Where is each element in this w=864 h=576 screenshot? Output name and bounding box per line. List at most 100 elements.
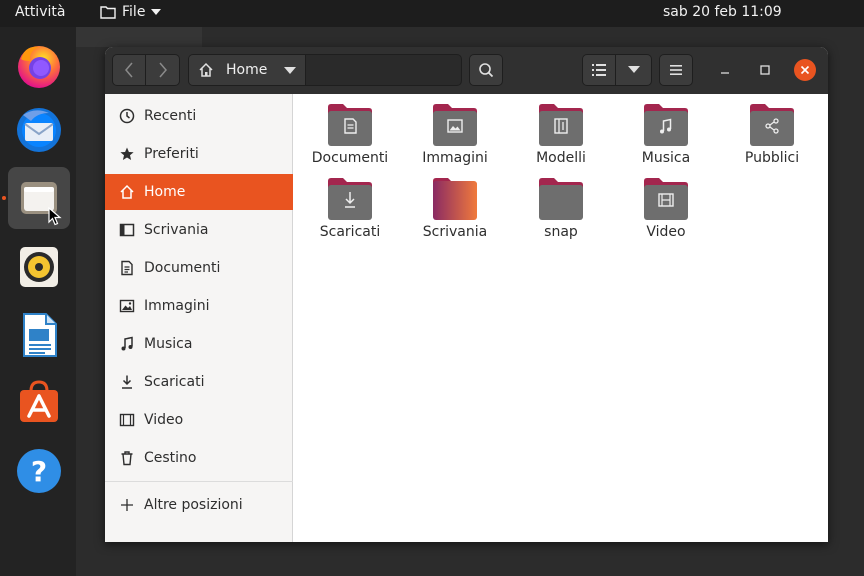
help-icon: ? xyxy=(17,449,61,493)
hamburger-menu-icon xyxy=(670,65,682,75)
minimize-button[interactable] xyxy=(714,59,736,81)
sidebar-item-videos[interactable]: Video xyxy=(105,402,293,438)
dock-item-rhythmbox[interactable] xyxy=(8,236,70,298)
folder-video[interactable]: Video xyxy=(616,177,716,240)
image-icon xyxy=(119,298,135,314)
path-home-label: Home xyxy=(226,62,268,78)
file-name: Immagini xyxy=(422,150,488,166)
file-name: Musica xyxy=(641,150,691,166)
file-name: snap xyxy=(544,224,578,240)
file-name: Scaricati xyxy=(319,224,381,240)
folder-downloads-icon xyxy=(328,178,372,220)
minimize-icon xyxy=(721,72,729,74)
folder-scaricati[interactable]: Scaricati xyxy=(300,177,400,240)
maximize-icon xyxy=(760,65,770,75)
sidebar-item-label: Home xyxy=(144,184,186,200)
chevron-left-icon xyxy=(125,62,133,78)
dock-item-writer[interactable] xyxy=(8,304,70,366)
home-icon xyxy=(119,184,135,200)
file-name: Pubblici xyxy=(744,150,800,166)
sidebar-item-label: Immagini xyxy=(144,298,210,314)
folder-pubblici[interactable]: Pubblici xyxy=(722,103,822,166)
folder-desktop-icon xyxy=(433,178,477,220)
sidebar-separator xyxy=(105,481,293,482)
dock-item-software[interactable] xyxy=(8,371,70,433)
sidebar-item-label: Recenti xyxy=(144,108,197,124)
sidebar-item-starred[interactable]: Preferiti xyxy=(105,136,293,172)
document-icon xyxy=(119,260,135,276)
download-icon xyxy=(119,374,135,390)
folder-immagini[interactable]: Immagini xyxy=(405,103,505,166)
app-menu-label: File xyxy=(122,4,146,20)
files-window: Home Recenti Preferiti Home Scrivania Do… xyxy=(105,47,828,542)
main-menu-button[interactable] xyxy=(659,54,693,86)
folder-documents-icon xyxy=(328,104,372,146)
sidebar-item-label: Musica xyxy=(144,336,193,352)
sidebar-item-music[interactable]: Musica xyxy=(105,326,293,362)
sidebar-item-pictures[interactable]: Immagini xyxy=(105,288,293,324)
path-bar: Home xyxy=(188,54,462,86)
sidebar-item-label: Scrivania xyxy=(144,222,209,238)
back-button[interactable] xyxy=(112,54,146,86)
sidebar-item-trash[interactable]: Cestino xyxy=(105,440,293,476)
list-view-button[interactable] xyxy=(582,54,616,86)
star-icon xyxy=(119,146,135,162)
sidebar: Recenti Preferiti Home Scrivania Documen… xyxy=(105,94,293,542)
dock-item-help[interactable]: ? xyxy=(8,440,70,502)
sidebar-item-label: Scaricati xyxy=(144,374,205,390)
chevron-down-icon xyxy=(151,9,162,15)
folder-templates-icon xyxy=(539,104,583,146)
firefox-icon xyxy=(18,46,60,88)
sidebar-item-downloads[interactable]: Scaricati xyxy=(105,364,293,400)
path-home-button[interactable]: Home xyxy=(189,55,306,85)
folder-scrivania[interactable]: Scrivania xyxy=(405,177,505,240)
folder-icon xyxy=(100,6,116,19)
header-bar: Home xyxy=(105,47,828,94)
close-button[interactable] xyxy=(794,59,816,81)
sidebar-item-label: Documenti xyxy=(144,260,221,276)
folder-musica[interactable]: Musica xyxy=(616,103,716,166)
dock-item-thunderbird[interactable] xyxy=(8,98,70,160)
view-options-button[interactable] xyxy=(616,54,652,86)
ubuntu-software-icon xyxy=(20,380,58,422)
sidebar-item-label: Cestino xyxy=(144,450,197,466)
folder-pictures-icon xyxy=(433,104,477,146)
folder-icon xyxy=(539,178,583,220)
file-grid: Documenti Immagini Modelli Musica Pubbli… xyxy=(294,94,828,542)
close-icon xyxy=(800,65,810,75)
sidebar-item-desktop[interactable]: Scrivania xyxy=(105,212,293,248)
trash-icon xyxy=(119,450,135,466)
desktop-icon xyxy=(119,222,135,238)
dock-item-firefox[interactable] xyxy=(8,34,70,96)
folder-modelli[interactable]: Modelli xyxy=(511,103,611,166)
sidebar-item-other-locations[interactable]: Altre posizioni xyxy=(105,487,293,523)
folder-snap[interactable]: snap xyxy=(511,177,611,240)
file-name: Documenti xyxy=(311,150,389,166)
running-indicator xyxy=(2,196,6,200)
activities-button[interactable]: Attività xyxy=(15,4,65,20)
rhythmbox-icon xyxy=(20,247,58,287)
clock[interactable]: sab 20 feb 11:09 xyxy=(663,4,782,20)
search-button[interactable] xyxy=(469,54,503,86)
folder-music-icon xyxy=(644,104,688,146)
sidebar-item-label: Video xyxy=(144,412,184,428)
clock-icon xyxy=(119,108,135,124)
folder-public-icon xyxy=(750,104,794,146)
app-menu-button[interactable]: File xyxy=(100,4,162,20)
file-name: Scrivania xyxy=(422,224,488,240)
maximize-button[interactable] xyxy=(754,59,776,81)
mouse-cursor xyxy=(48,207,62,226)
plus-icon xyxy=(119,497,135,513)
sidebar-item-label: Altre posizioni xyxy=(144,497,243,513)
forward-button[interactable] xyxy=(146,54,180,86)
video-icon xyxy=(119,412,135,428)
svg-text:?: ? xyxy=(31,455,47,488)
folder-documenti[interactable]: Documenti xyxy=(300,103,400,166)
sidebar-item-documents[interactable]: Documenti xyxy=(105,250,293,286)
list-icon xyxy=(592,64,606,76)
chevron-down-icon xyxy=(284,66,297,74)
sidebar-item-recent[interactable]: Recenti xyxy=(105,98,293,134)
sidebar-item-label: Preferiti xyxy=(144,146,199,162)
sidebar-item-home[interactable]: Home xyxy=(105,174,293,210)
libreoffice-writer-icon xyxy=(23,313,57,357)
